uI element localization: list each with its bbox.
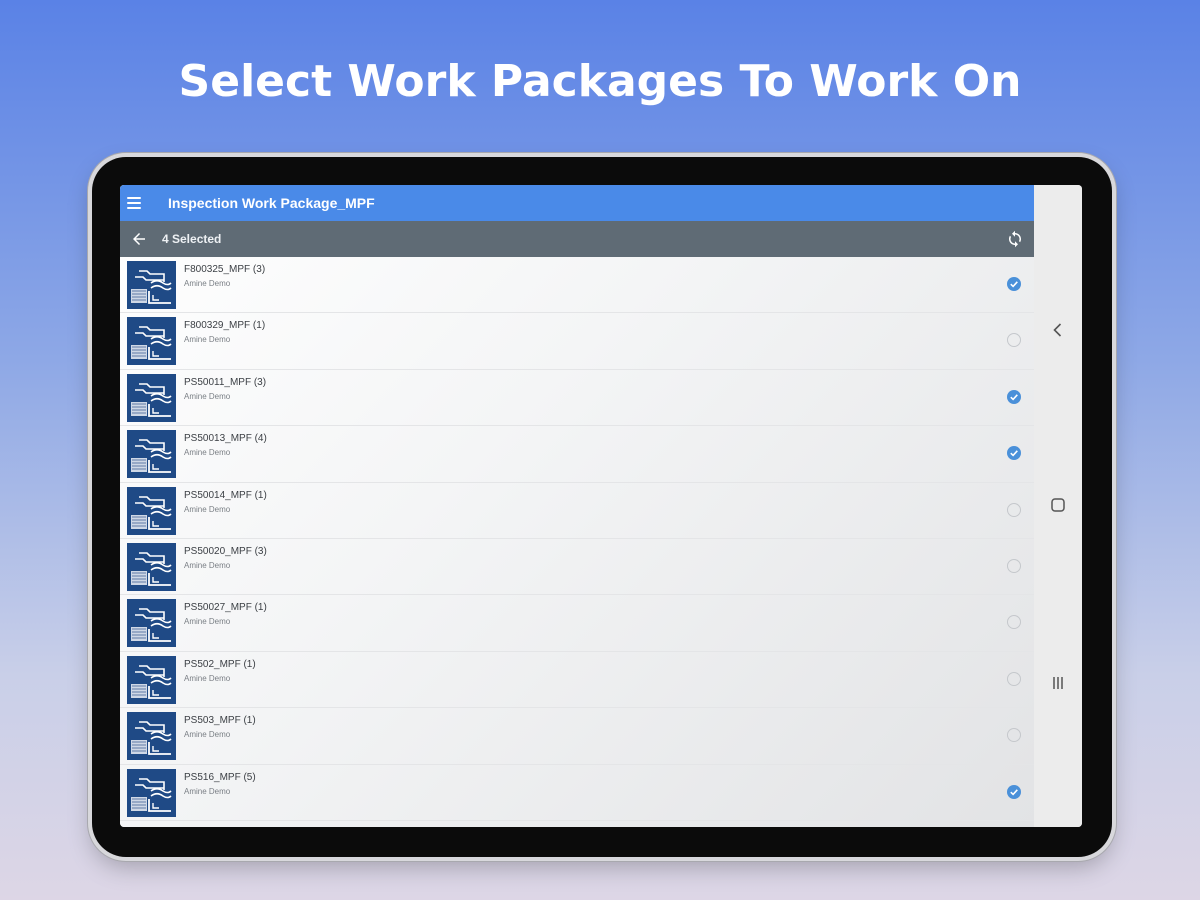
check-circle-icon[interactable] [1007,277,1021,291]
check-circle-icon[interactable] [1007,389,1021,404]
folder-stack-icon [127,261,176,309]
square-icon[interactable] [1048,495,1068,515]
circle-outline-icon[interactable] [1007,333,1021,348]
folder-stack-icon [127,373,176,422]
check-circle-icon[interactable] [1007,446,1021,461]
package-title: PS50014_MPF (1) [184,489,267,501]
arrow-left-icon[interactable] [130,230,148,248]
package-subtitle: Amine Demo [184,335,231,345]
package-subtitle: Amine Demo [184,730,231,740]
folder-stack-icon [127,317,176,366]
package-row[interactable]: PS50020_MPF (3) Amine Demo [120,539,1034,596]
package-title: F800325_MPF (3) [184,264,266,275]
tablet-frame: Inspection Work Package_MPF 4 Selected F… [92,157,1112,857]
app-title: Inspection Work Package_MPF [168,195,375,211]
package-subtitle: Amine Demo [184,560,231,570]
package-row[interactable]: PS516_MPF (5) Amine Demo [120,765,1034,821]
circle-outline-icon[interactable] [1007,558,1021,573]
folder-stack-icon [127,542,176,591]
package-subtitle: Amine Demo [184,786,231,796]
package-title: PS503_MPF (1) [184,715,256,727]
recents-icon[interactable] [1048,673,1068,693]
package-subtitle: Amine Demo [184,617,231,627]
package-subtitle: Amine Demo [184,673,231,683]
package-row[interactable]: PS50011_MPF (3) Amine Demo [120,370,1034,427]
chevron-left-icon[interactable] [1048,320,1068,340]
check-circle-icon[interactable] [1007,784,1021,799]
folder-stack-icon [127,768,176,817]
promo-headline: Select Work Packages To Work On [178,56,1022,107]
folder-stack-icon [127,712,176,761]
package-subtitle: Amine Demo [184,504,231,514]
package-row[interactable]: PS50013_MPF (4) Amine Demo [120,426,1034,483]
package-title: PS50020_MPF (3) [184,545,267,557]
circle-outline-icon[interactable] [1007,728,1021,743]
tablet-screen: Inspection Work Package_MPF 4 Selected F… [120,185,1082,827]
menu-icon[interactable] [127,197,141,209]
package-subtitle: Amine Demo [184,448,231,458]
package-list: F800325_MPF (3) Amine Demo F800329_MPF (1)… [120,257,1034,821]
package-title: PS50027_MPF (1) [184,602,267,614]
package-row[interactable]: PS503_MPF (1) Amine Demo [120,708,1034,765]
package-row[interactable]: F800329_MPF (1) Amine Demo [120,313,1034,370]
package-title: F800329_MPF (1) [184,320,266,332]
folder-stack-icon [127,430,176,479]
selection-count: 4 Selected [162,232,222,246]
folder-stack-icon [127,599,176,648]
package-title: PS516_MPF (5) [184,771,256,783]
sync-icon[interactable] [1006,230,1024,248]
selection-bar: 4 Selected [120,221,1034,257]
package-row[interactable]: F800325_MPF (3) Amine Demo [120,257,1034,314]
app-window: Inspection Work Package_MPF 4 Selected F… [120,185,1034,827]
system-nav-bar [1034,185,1082,827]
package-subtitle: Amine Demo [184,279,231,288]
circle-outline-icon[interactable] [1007,671,1021,686]
package-row[interactable]: PS50027_MPF (1) Amine Demo [120,595,1034,652]
package-title: PS50013_MPF (4) [184,433,267,445]
package-title: PS502_MPF (1) [184,658,256,670]
app-bar: Inspection Work Package_MPF [120,185,1034,221]
circle-outline-icon[interactable] [1007,615,1021,630]
package-subtitle: Amine Demo [184,391,231,401]
circle-outline-icon[interactable] [1007,502,1021,517]
package-row[interactable]: PS50014_MPF (1) Amine Demo [120,483,1034,539]
package-row[interactable]: PS502_MPF (1) Amine Demo [120,652,1034,709]
package-title: PS50011_MPF (3) [184,376,267,388]
folder-stack-icon [127,486,176,535]
folder-stack-icon [127,655,176,704]
